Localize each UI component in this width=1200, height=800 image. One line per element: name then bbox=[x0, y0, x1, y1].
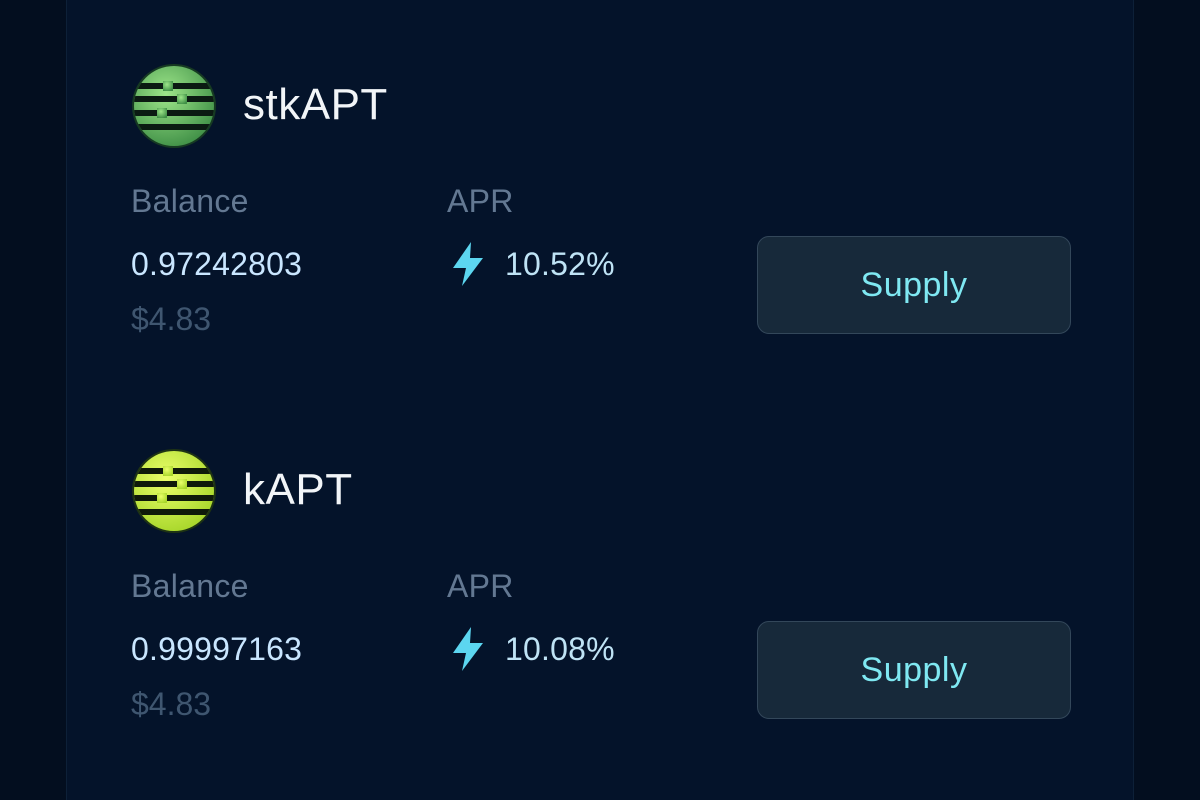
balance-label: Balance bbox=[131, 183, 249, 219]
balance-value: 0.97242803 bbox=[131, 246, 303, 282]
apr-row: 10.08% bbox=[447, 625, 615, 673]
balance-label: Balance bbox=[131, 568, 249, 604]
token-name: stkAPT bbox=[243, 80, 388, 129]
asset-card-kapt: kAPT Balance APR 0.99997163 $4.83 10.08%… bbox=[67, 385, 1133, 722]
asset-card-stkapt: stkAPT Balance APR 0.97242803 $4.83 10.5… bbox=[67, 0, 1133, 337]
page: stkAPT Balance APR 0.97242803 $4.83 10.5… bbox=[0, 0, 1200, 800]
usd-value: $4.83 bbox=[131, 686, 212, 722]
supply-button[interactable]: Supply bbox=[757, 621, 1071, 719]
assets-panel: stkAPT Balance APR 0.97242803 $4.83 10.5… bbox=[66, 0, 1134, 800]
apr-label: APR bbox=[447, 568, 514, 604]
token-name: kAPT bbox=[243, 465, 353, 514]
supply-button[interactable]: Supply bbox=[757, 236, 1071, 334]
stkapt-token-icon bbox=[131, 63, 217, 149]
apr-row: 10.52% bbox=[447, 240, 615, 288]
usd-value: $4.83 bbox=[131, 301, 212, 337]
lightning-bolt-icon bbox=[453, 627, 483, 671]
balance-value: 0.99997163 bbox=[131, 631, 303, 667]
apr-value: 10.08% bbox=[505, 630, 615, 667]
kapt-token-icon bbox=[131, 448, 217, 534]
lightning-bolt-icon bbox=[453, 242, 483, 286]
apr-value: 10.52% bbox=[505, 245, 615, 282]
apr-label: APR bbox=[447, 183, 514, 219]
